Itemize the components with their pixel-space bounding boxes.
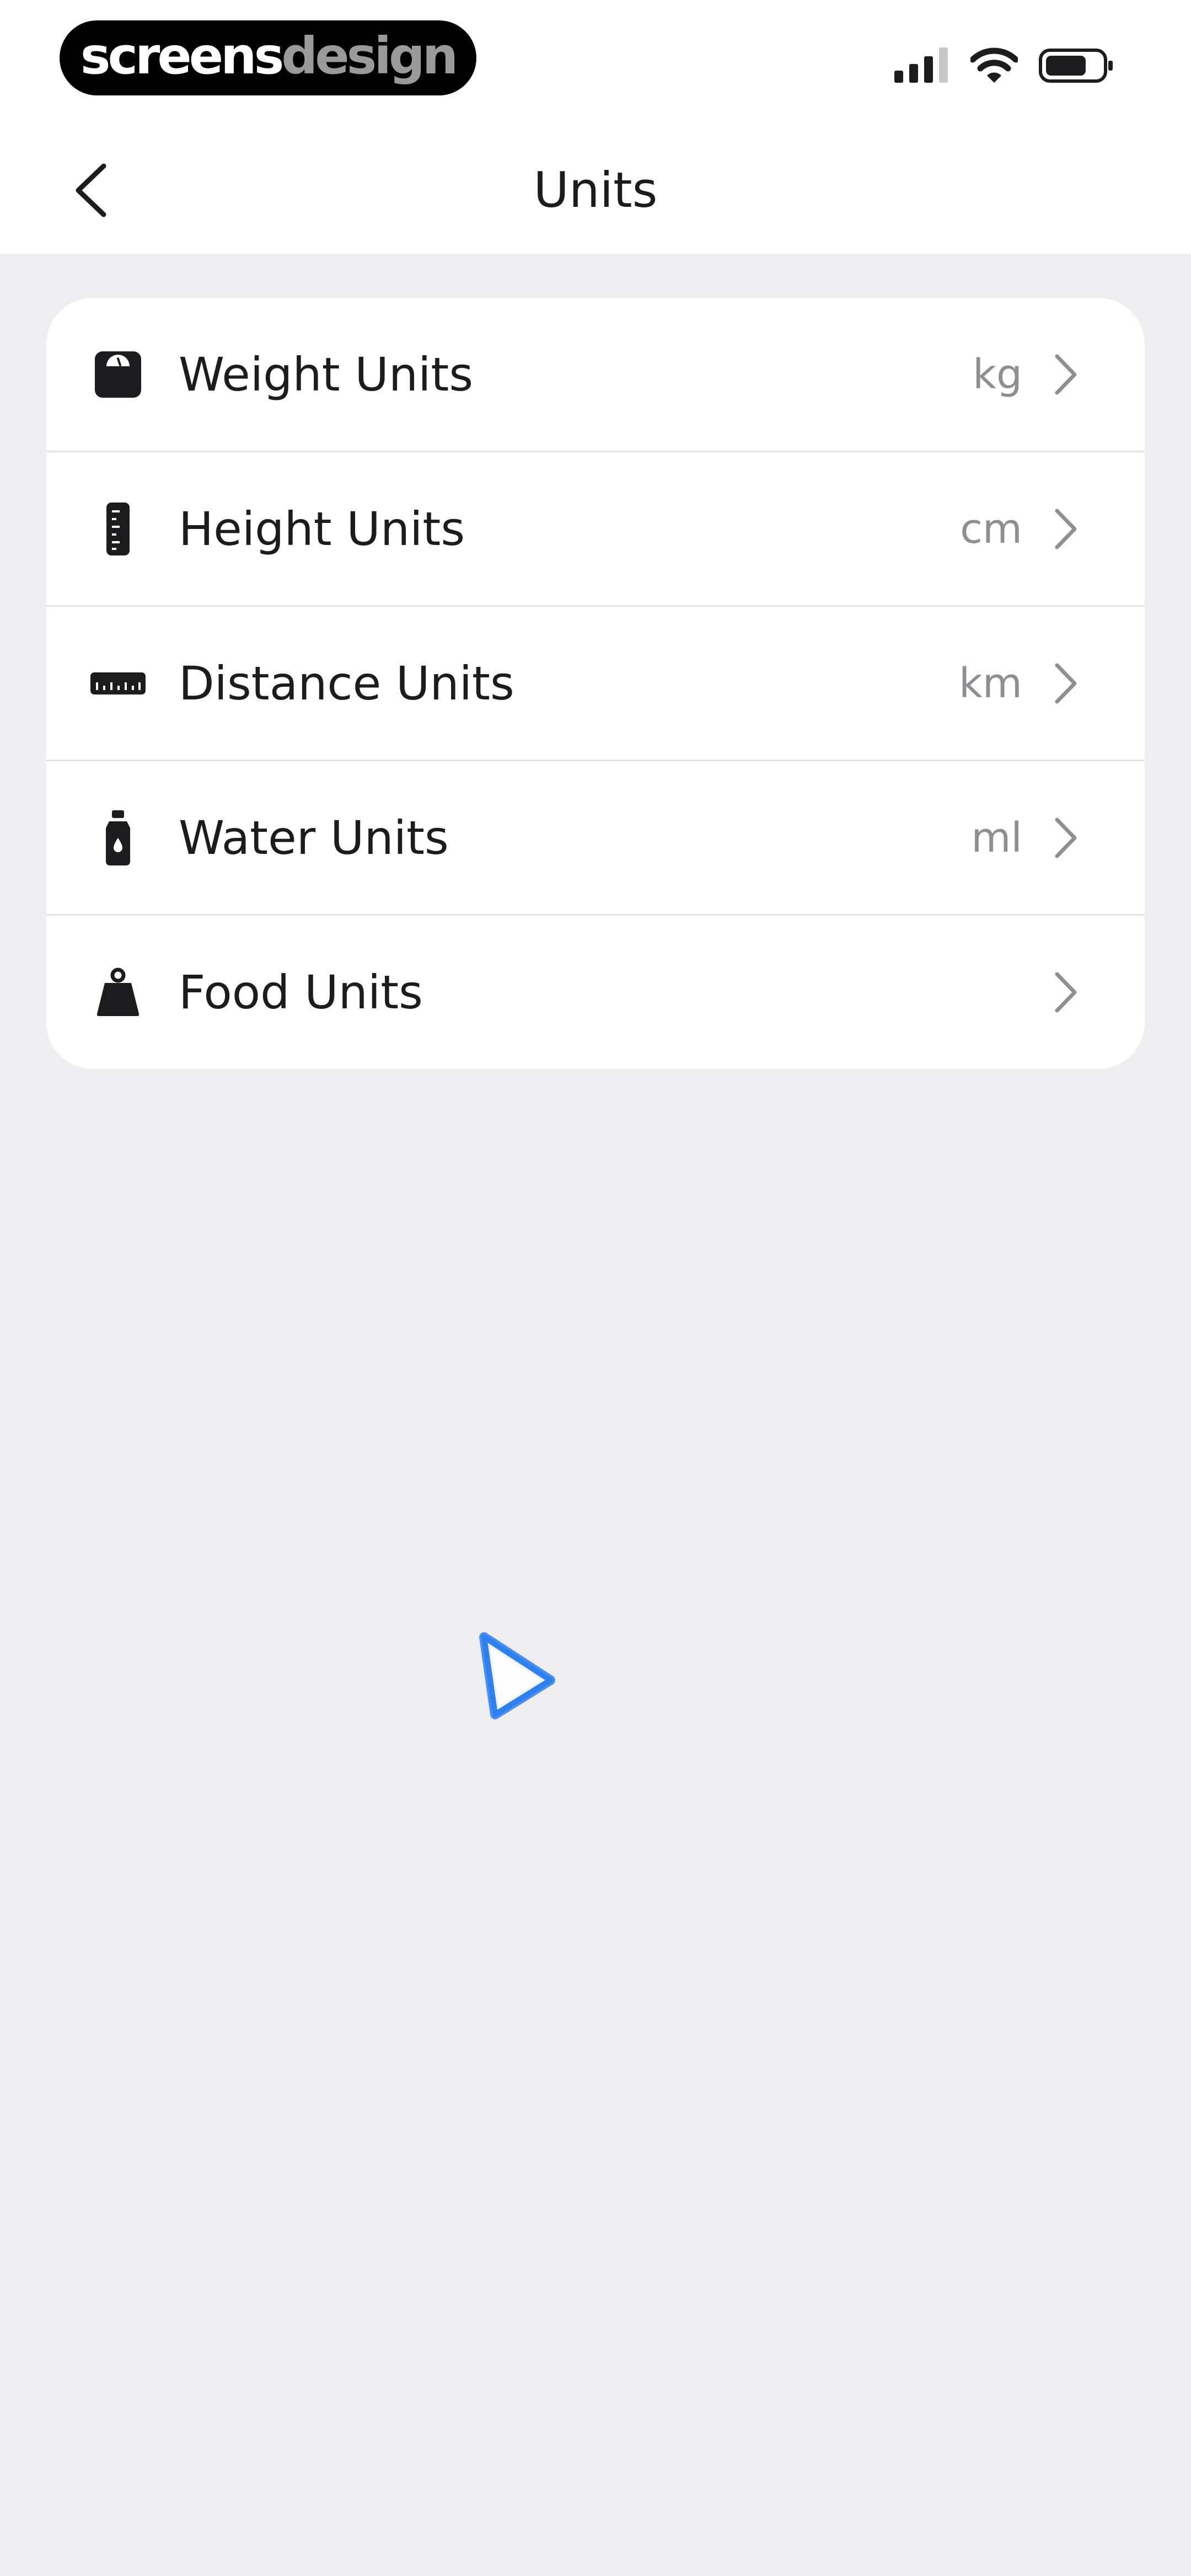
row-value: km [959, 659, 1022, 707]
row-value: ml [971, 814, 1022, 862]
list-item-water-units[interactable]: Water Units ml [46, 761, 1145, 916]
water-bottle-icon [88, 808, 148, 868]
ruler-vertical-icon [88, 499, 148, 559]
wifi-icon [970, 47, 1018, 83]
list-item-food-units[interactable]: Food Units [46, 916, 1145, 1069]
brand-text-primary: screens [80, 26, 285, 85]
brand-logo: screens design [60, 20, 476, 95]
row-label: Weight Units [179, 347, 474, 402]
signal-icon [894, 47, 948, 83]
pointer-cursor-icon [479, 1632, 555, 1719]
chevron-right-icon [1047, 659, 1085, 708]
list-item-height-units[interactable]: Height Units cm [46, 452, 1145, 607]
row-label: Distance Units [179, 656, 514, 710]
ruler-horizontal-icon [88, 654, 148, 713]
chevron-right-icon [1047, 350, 1085, 399]
weight-bag-icon [88, 963, 148, 1022]
units-list: Weight Units kg Height Units cm Distance… [46, 298, 1145, 1069]
row-value: cm [960, 505, 1022, 553]
battery-icon [1039, 49, 1113, 83]
chevron-right-icon [1047, 813, 1085, 863]
list-item-weight-units[interactable]: Weight Units kg [46, 298, 1145, 452]
row-label: Height Units [179, 501, 465, 556]
navigation-bar: Units [0, 127, 1191, 254]
chevron-right-icon [1047, 968, 1085, 1017]
row-label: Food Units [179, 965, 423, 1019]
chevron-right-icon [1047, 504, 1085, 554]
status-icons [894, 46, 1114, 85]
row-value: kg [973, 350, 1022, 398]
status-bar: screens design [0, 0, 1191, 127]
scale-icon [88, 345, 148, 404]
list-item-distance-units[interactable]: Distance Units km [46, 607, 1145, 761]
page-title: Units [533, 162, 658, 218]
row-label: Water Units [179, 810, 449, 865]
brand-text-secondary: design [281, 26, 458, 85]
